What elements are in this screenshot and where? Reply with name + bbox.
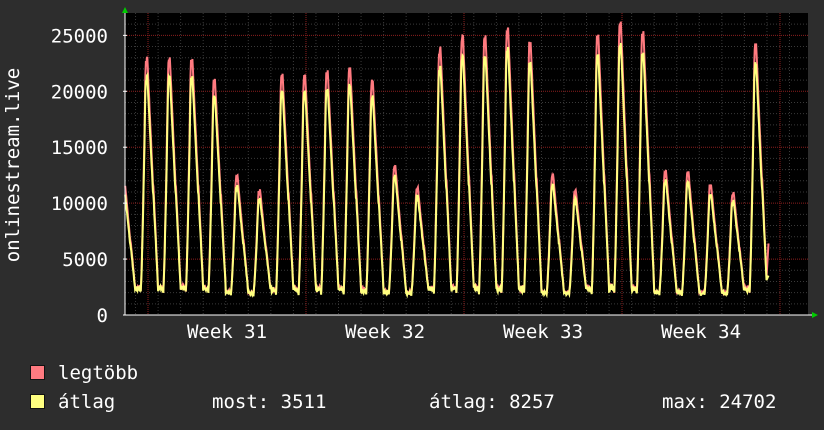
x-tick-label: Week 31 [187, 321, 267, 343]
stat-now: most: 3511 [212, 391, 327, 413]
x-tick-label: Week 34 [661, 321, 741, 343]
x-axis-arrow [812, 312, 818, 318]
legend-swatch-avg [30, 394, 45, 409]
x-tick-label: Week 33 [503, 321, 583, 343]
x-tick-label: Week 32 [345, 321, 425, 343]
y-tick-label: 0 [97, 305, 108, 327]
y-tick-label: 5000 [62, 249, 108, 271]
legend-item-avg: átlag [30, 391, 115, 413]
y-tick-label: 10000 [51, 193, 108, 215]
y-tick-label: 20000 [51, 81, 108, 103]
legend-label-avg: átlag [58, 391, 116, 413]
stat-max: max: 24702 [662, 391, 777, 413]
y-tick-label: 15000 [51, 137, 108, 159]
y-tick-label: 25000 [51, 25, 108, 47]
legend-swatch-max [30, 365, 45, 380]
legend-item-max: legtöbb [30, 362, 138, 384]
legend-label-max: legtöbb [58, 362, 139, 384]
y-axis-label: onlinestream.live [2, 68, 24, 262]
stat-avg: átlag: 8257 [429, 391, 555, 413]
y-axis-arrow [122, 7, 128, 13]
